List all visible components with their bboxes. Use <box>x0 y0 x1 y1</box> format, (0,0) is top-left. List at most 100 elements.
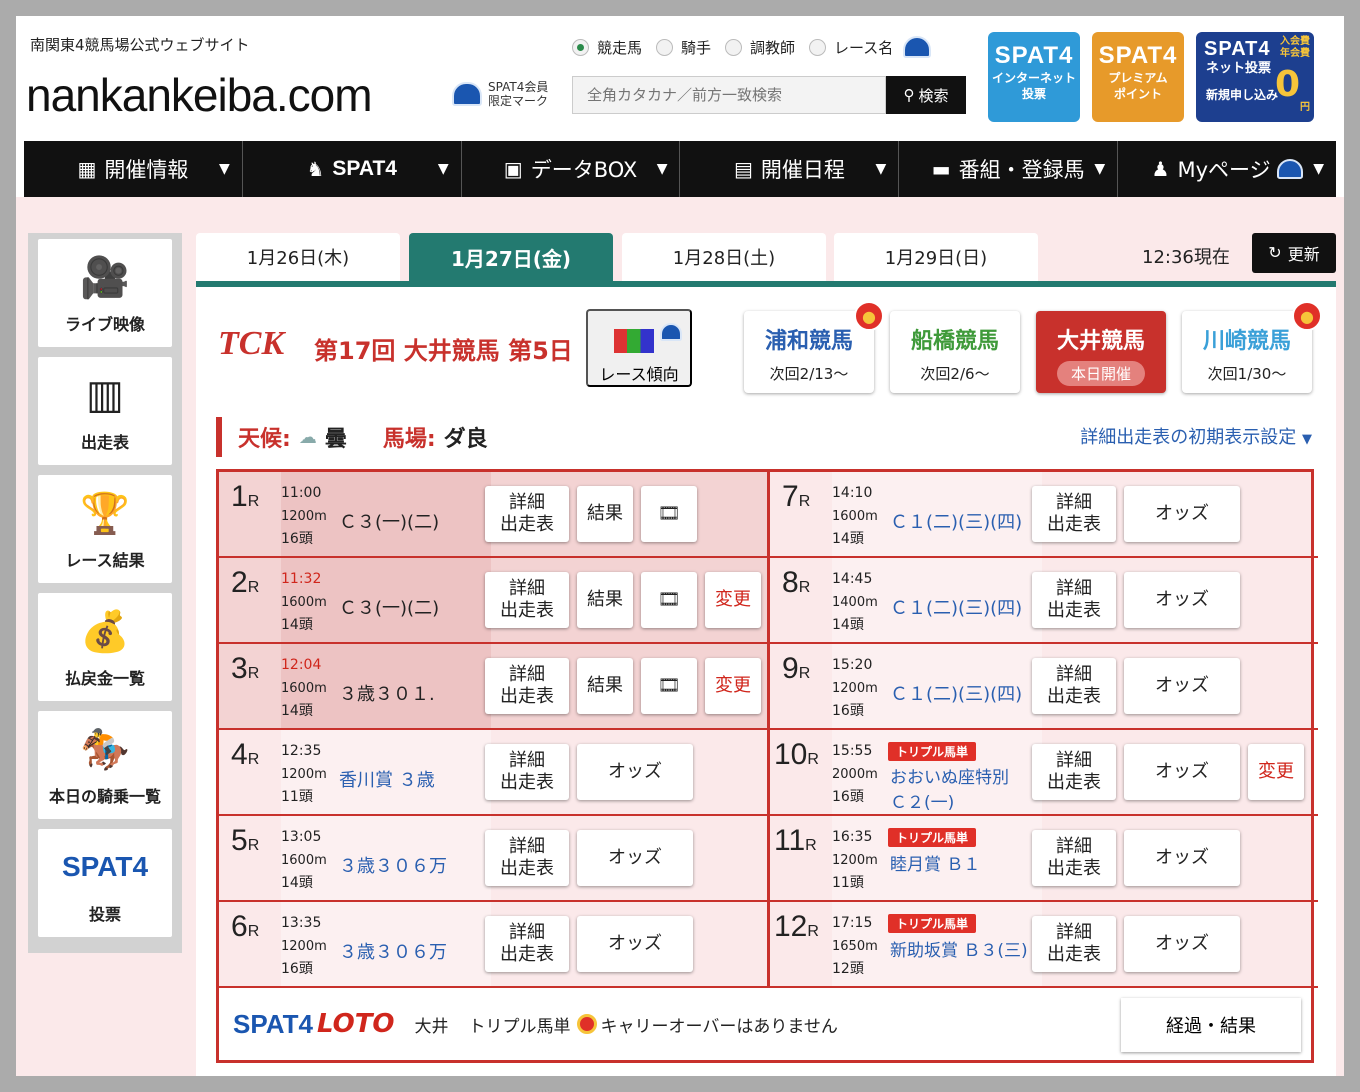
detail-entry-button[interactable]: 詳細 出走表 <box>1032 486 1116 542</box>
detail-entry-button[interactable]: 詳細 出走表 <box>485 658 569 714</box>
date-tab-0[interactable]: 1月26日(木) <box>196 233 400 281</box>
detail-entry-button[interactable]: 詳細 出走表 <box>1032 744 1116 800</box>
detail-label2: 出走表 <box>500 944 554 965</box>
change-button[interactable]: 変更 <box>1248 744 1304 800</box>
race-r: R <box>798 493 811 510</box>
race-r: R <box>807 923 819 940</box>
header-spat4-button-1[interactable]: SPAT4 インターネット 投票 <box>988 32 1080 122</box>
nav-item-3[interactable]: ▤ 開催日程 ▼ <box>680 141 900 197</box>
sidebar-item-1[interactable]: ▥ 出走表 <box>38 357 172 465</box>
radio-circle[interactable] <box>656 38 674 56</box>
video-button[interactable]: 🎞 <box>641 486 697 542</box>
nav-item-1[interactable]: ♞ SPAT4 ▼ <box>243 141 462 197</box>
race-name[interactable]: 新助坂賞 Ｂ３(三) <box>890 936 1028 961</box>
nav-item-4[interactable]: ▬ 番組・登録馬 ▼ <box>899 141 1119 197</box>
result-button[interactable]: 結果 <box>577 658 633 714</box>
sidebar-item-2[interactable]: 🏆 レース結果 <box>38 475 172 583</box>
video-button[interactable]: 🎞 <box>641 658 697 714</box>
result-button[interactable]: 結果 <box>577 486 633 542</box>
change-button[interactable]: 変更 <box>705 658 761 714</box>
detail-entry-button[interactable]: 詳細 出走表 <box>485 572 569 628</box>
odds-button[interactable]: オッズ <box>1124 658 1240 714</box>
change-button[interactable]: 変更 <box>705 572 761 628</box>
nav-item-5[interactable]: ♟ Myページ ▼ <box>1118 141 1336 197</box>
search-mode-3[interactable]: レース名 <box>809 37 893 58</box>
refresh-button[interactable]: ↻ 更新 <box>1252 233 1336 273</box>
venue-tab-3[interactable]: 川崎競馬 次回1/30〜 ● <box>1182 301 1322 393</box>
odds-button[interactable]: オッズ <box>577 830 693 886</box>
odds-button[interactable]: オッズ <box>577 916 693 972</box>
current-time: 12:36現在 <box>1142 247 1230 268</box>
race-name[interactable]: おおいぬ座特別 <box>890 763 1009 788</box>
search-input[interactable] <box>572 76 886 114</box>
radio-circle[interactable] <box>572 38 589 56</box>
race-class[interactable]: Ｃ２(一) <box>890 788 954 813</box>
button-sub2: ポイント <box>1113 87 1162 101</box>
date-tab-3[interactable]: 1月29日(日) <box>834 233 1038 281</box>
race-time: 12:04 <box>281 657 322 673</box>
nav-item-2[interactable]: ▣ データBOX ▼ <box>462 141 681 197</box>
detail-label2: 出走表 <box>500 514 554 535</box>
horse-icon: ♞ <box>306 157 325 181</box>
odds-button[interactable]: オッズ <box>1124 572 1240 628</box>
nav-item-0[interactable]: ▦ 開催情報 ▼ <box>24 141 243 197</box>
odds-button[interactable]: オッズ <box>1124 916 1240 972</box>
odds-button[interactable]: オッズ <box>577 744 693 800</box>
loto-text1: トリプル馬単 <box>468 1016 571 1037</box>
race-name[interactable]: Ｃ１(二)(三)(四) <box>890 594 1022 620</box>
radio-circle[interactable] <box>809 38 827 56</box>
venue-sub: 次回2/13〜 <box>769 365 849 383</box>
odds-button[interactable]: オッズ <box>1124 486 1240 542</box>
button-sub2: 投票 <box>1021 87 1046 101</box>
chart-box-icon: ▣ <box>503 157 523 181</box>
venue-tab-0[interactable]: 浦和競馬 次回2/13〜 ● <box>744 301 884 393</box>
sidebar-item-5[interactable]: SPAT4 投票 <box>38 829 172 937</box>
race-name[interactable]: 睦月賞 Ｂ１ <box>890 850 980 875</box>
radio-label: 調教師 <box>750 38 796 57</box>
entry-display-setting-link[interactable]: 詳細出走表の初期表示設定 ▼ <box>1080 423 1312 449</box>
race-name[interactable]: ３歳３０６万 <box>339 938 447 964</box>
sidebar-item-3[interactable]: 💰 払戻金一覧 <box>38 593 172 701</box>
venue-tab-1[interactable]: 船橋競馬 次回2/6〜 <box>890 311 1020 393</box>
race-name[interactable]: Ｃ１(二)(三)(四) <box>890 680 1022 706</box>
race-name[interactable]: Ｃ１(二)(三)(四) <box>890 508 1022 534</box>
entry-setting-label: 詳細出走表の初期表示設定 <box>1080 427 1297 448</box>
race-trend-button[interactable]: レース傾向 <box>586 309 692 387</box>
sidebar-item-0[interactable]: 🎥 ライブ映像 <box>38 239 172 347</box>
search-mode-0[interactable]: 競走馬 <box>572 37 642 58</box>
header-spat4-button-2[interactable]: SPAT4 プレミアム ポイント <box>1092 32 1184 122</box>
detail-entry-button[interactable]: 詳細 出走表 <box>485 916 569 972</box>
date-tab-1[interactable]: 1月27日(金) <box>409 233 613 281</box>
detail-entry-button[interactable]: 詳細 出走表 <box>1032 572 1116 628</box>
odds-button[interactable]: オッズ <box>1124 744 1240 800</box>
caret-down-icon: ▼ <box>1094 161 1106 177</box>
detail-entry-button[interactable]: 詳細 出走表 <box>485 830 569 886</box>
spat4-loto-bar: SPAT4 LOTO 大井 トリプル馬単 キャリーオーバーはありません 経過・結… <box>219 988 1311 1060</box>
caret-down-icon: ▼ <box>437 161 449 177</box>
search-mode-1[interactable]: 騎手 <box>656 37 711 58</box>
detail-entry-button[interactable]: 詳細 出走表 <box>1032 830 1116 886</box>
video-button[interactable]: 🎞 <box>641 572 697 628</box>
detail-entry-button[interactable]: 詳細 出走表 <box>1032 916 1116 972</box>
detail-entry-button[interactable]: 詳細 出走表 <box>485 744 569 800</box>
race-row-12: 12R 17:15 1650m 12頭 新助坂賞 Ｂ３(三) トリプル馬単 詳細 出走表 オッズ <box>770 902 1318 988</box>
header-spat4-button-3[interactable]: SPAT4 入会費 年会費 0 円ネット投票 新規申し込み <box>1196 32 1314 122</box>
search-mode-2[interactable]: 調教師 <box>725 37 795 58</box>
radio-circle[interactable] <box>725 38 743 56</box>
detail-entry-button[interactable]: 詳細 出走表 <box>1032 658 1116 714</box>
search-button[interactable]: ⚲ 検索 <box>886 76 966 114</box>
jockey-icon: 🏇 <box>80 726 130 773</box>
race-name[interactable]: ３歳３０６万 <box>339 852 447 878</box>
detail-label1: 詳細 <box>509 836 545 857</box>
venue-tab-2[interactable]: 大井競馬 本日開催 <box>1036 311 1166 393</box>
detail-label2: 出走表 <box>500 600 554 621</box>
loto-progress-button[interactable]: 経過・結果 <box>1121 998 1301 1052</box>
detail-entry-button[interactable]: 詳細 出走表 <box>485 486 569 542</box>
date-tab-2[interactable]: 1月28日(土) <box>622 233 826 281</box>
odds-button[interactable]: オッズ <box>1124 830 1240 886</box>
site-logo[interactable]: nankankeiba.com <box>26 68 373 122</box>
race-name[interactable]: 香川賞 ３歳 <box>339 766 435 792</box>
race-no: 8 <box>782 566 799 599</box>
sidebar-item-4[interactable]: 🏇 本日の騎乗一覧 <box>38 711 172 819</box>
result-button[interactable]: 結果 <box>577 572 633 628</box>
